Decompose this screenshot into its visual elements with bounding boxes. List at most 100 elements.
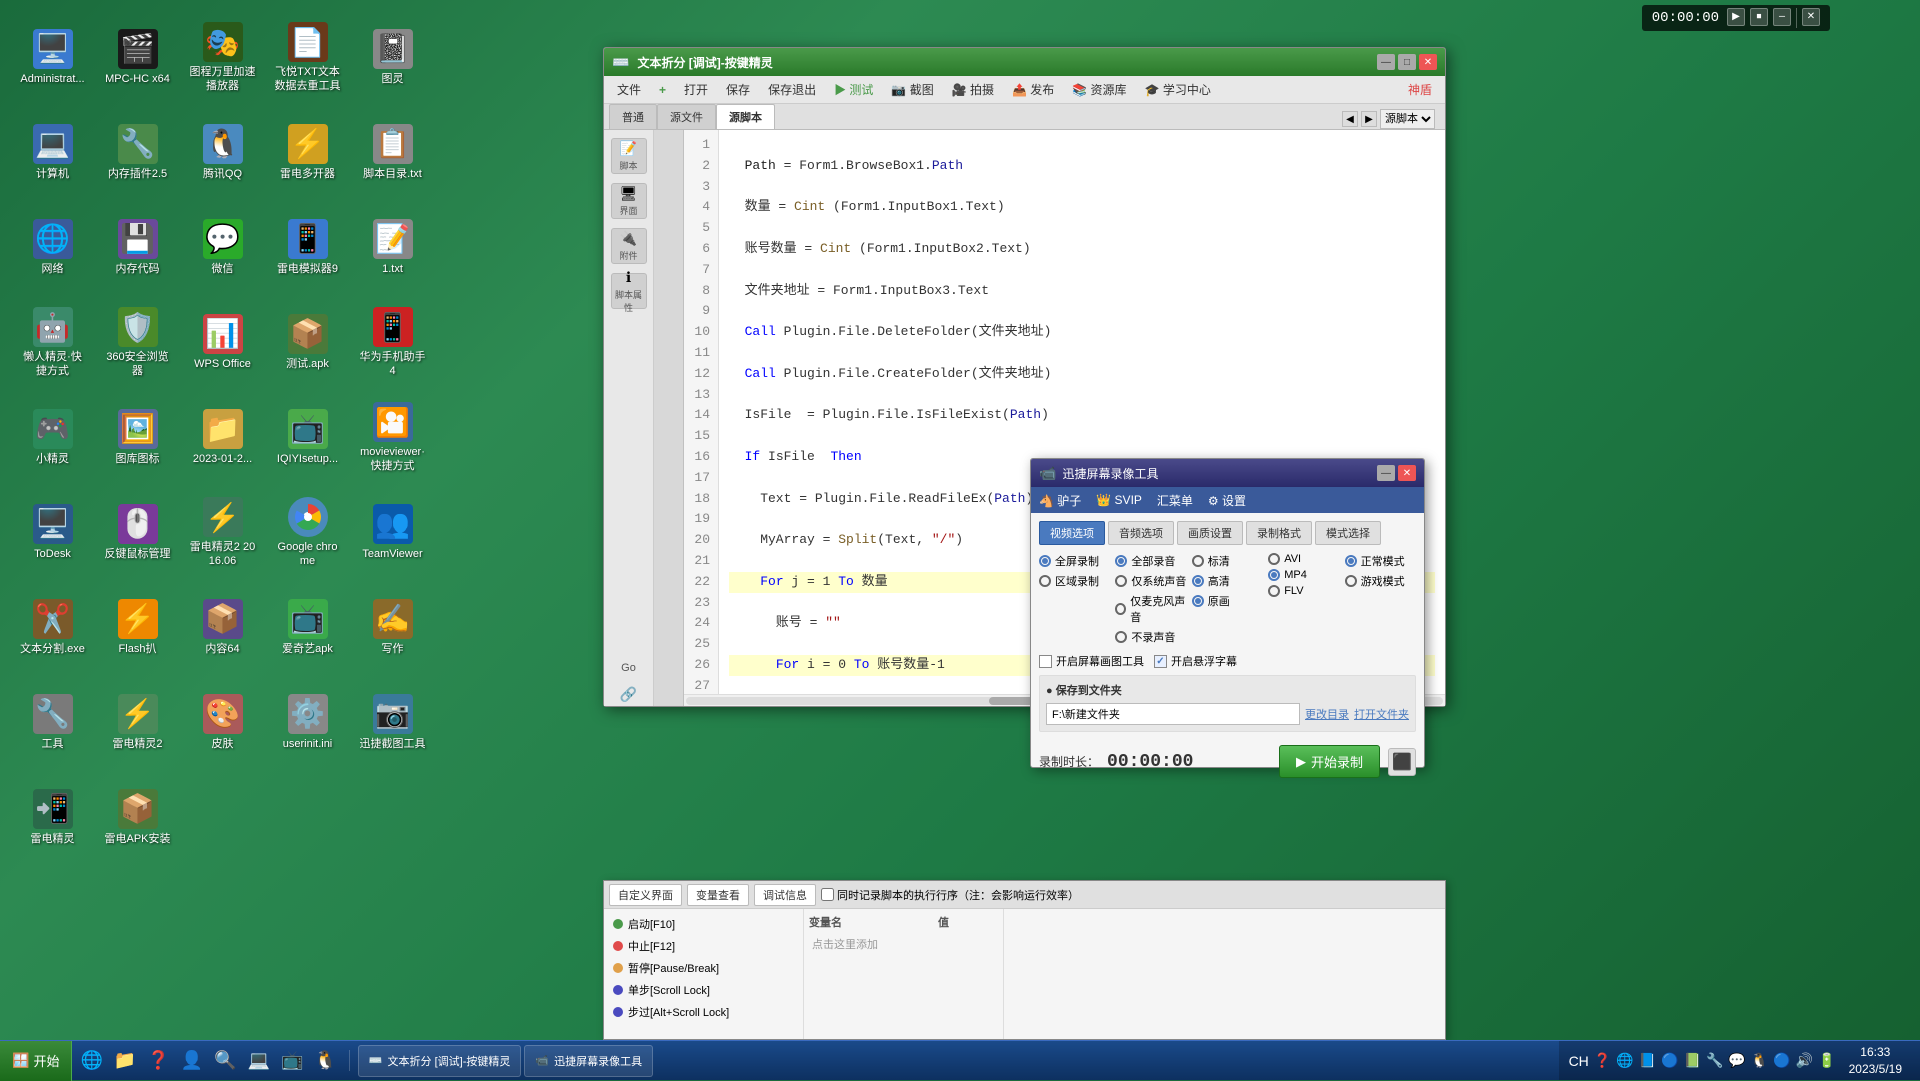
record-tab-quality[interactable]: 画质设置 — [1177, 521, 1243, 545]
timer-minimize-btn[interactable]: — — [1773, 8, 1791, 26]
tray-cn-icon[interactable]: CH — [1569, 1053, 1589, 1069]
main-win-minimize[interactable]: — — [1377, 54, 1395, 70]
taskbar-media2-icon[interactable]: 📺 — [277, 1050, 307, 1071]
icon-fanjian[interactable]: 🖱️ 反键鼠标管理 — [100, 490, 175, 575]
menu-save[interactable]: 保存 — [718, 78, 758, 101]
tray-help-icon[interactable]: ❓ — [1594, 1052, 1611, 1069]
debug-var-view-btn[interactable]: 变量查看 — [687, 884, 749, 906]
taskbar-editor-item[interactable]: ⌨️ 文本折分 [调试]-按键精灵 — [358, 1045, 522, 1077]
debug-step-over-btn[interactable]: 步过[Alt+Scroll Lock] — [609, 1002, 798, 1022]
record-menu-svip[interactable]: 👑 SVIP — [1096, 493, 1142, 507]
icon-360[interactable]: 🛡️ 360安全浏览器 — [100, 300, 175, 385]
icon-huawei[interactable]: 📱 华为手机助手4 — [355, 300, 430, 385]
icon-iqiyisetup[interactable]: 📺 IQIYIsetup... — [270, 395, 345, 480]
icon-teamviewer[interactable]: 👥 TeamViewer — [355, 490, 430, 575]
icon-wanfang[interactable]: 🎭 图程万里加速播放器 — [185, 15, 260, 100]
debug-record-checkbox[interactable] — [821, 888, 834, 901]
menu-record[interactable]: 🎥 拍摄 — [944, 78, 1002, 101]
record-menu-lvzi[interactable]: 🐴 驴子 — [1039, 492, 1081, 509]
icon-wps[interactable]: 📊 WPS Office — [185, 300, 260, 385]
record-subtitle-checkbox[interactable]: ✓ 开启悬浮字幕 — [1154, 653, 1237, 669]
taskbar-computer-icon[interactable]: 💻 — [244, 1050, 274, 1071]
record-stop-button[interactable]: ⬛ — [1388, 748, 1416, 776]
record-region-option[interactable]: 区域录制 — [1039, 573, 1110, 589]
icon-ldjing[interactable]: 📲 雷电精灵 — [15, 775, 90, 860]
system-clock[interactable]: 16:33 2023/5/19 — [1841, 1044, 1910, 1078]
icon-xiezuo[interactable]: ✍️ 写作 — [355, 585, 430, 670]
tray-app4-icon[interactable]: 🔧 — [1706, 1052, 1723, 1069]
tray-app7-icon[interactable]: 🔵 — [1773, 1052, 1790, 1069]
menu-test[interactable]: ▶ 测试 — [826, 78, 881, 101]
debug-record-checkbox-label[interactable]: 同时记录脚本的执行行序（注：会影响运行效率） — [821, 887, 1079, 903]
tray-app3-icon[interactable]: 📗 — [1684, 1052, 1701, 1069]
menu-publish[interactable]: 📤 发布 — [1004, 78, 1062, 101]
icon-date2023[interactable]: 📁 2023-01-2... — [185, 395, 260, 480]
icon-network[interactable]: 🌐 网络 — [15, 205, 90, 290]
menu-screenshot[interactable]: 📷 截图 — [883, 78, 941, 101]
tab-prev[interactable]: ◀ — [1342, 111, 1358, 127]
record-no-audio-option[interactable]: 不录声音 — [1115, 629, 1186, 645]
taskbar-folder-icon[interactable]: 📁 — [110, 1050, 140, 1071]
tab-normal[interactable]: 普通 — [609, 104, 657, 129]
record-path-input[interactable] — [1046, 703, 1300, 725]
tray-app2-icon[interactable]: 🔵 — [1661, 1052, 1678, 1069]
start-button[interactable]: 🪟 开始 — [0, 1041, 72, 1081]
tray-app6-icon[interactable]: 🐧 — [1751, 1052, 1768, 1069]
menu-resources[interactable]: 📚 资源库 — [1064, 78, 1134, 101]
debug-step-btn[interactable]: 单步[Scroll Lock] — [609, 980, 798, 1000]
taskbar-media-icon[interactable]: 🔍 — [210, 1050, 240, 1071]
icon-feiyue[interactable]: 📄 飞悦TXT文本数据去重工具 — [270, 15, 345, 100]
taskbar-ie-icon[interactable]: 🌐 — [76, 1050, 106, 1071]
icon-notes[interactable]: 📓 图灵 — [355, 15, 430, 100]
icon-catlog[interactable]: 📋 脚本目录.txt — [355, 110, 430, 195]
record-original-option[interactable]: 原画 — [1192, 593, 1263, 609]
sidebar-icon-props[interactable]: ℹ 脚本属性 — [611, 273, 647, 309]
record-standard-option[interactable]: 标清 — [1192, 553, 1263, 569]
icon-ldtools3[interactable]: ⚡ 雷电精灵2 — [100, 680, 175, 765]
tab-select[interactable]: 源脚本 — [1380, 109, 1435, 129]
icon-risheng[interactable]: 🤖 懒人精灵·快捷方式 — [15, 300, 90, 385]
icon-todesk[interactable]: 🖥️ ToDesk — [15, 490, 90, 575]
sidebar-icon-ui[interactable]: 🖥 界面 — [611, 183, 647, 219]
sidebar-icon-addon[interactable]: 🔌 附件 — [611, 228, 647, 264]
record-start-button[interactable]: ▶ 开始录制 — [1279, 745, 1380, 778]
record-menu-settings[interactable]: ⚙ 设置 — [1208, 492, 1246, 509]
debug-var-add-hint[interactable]: 点击这里添加 — [809, 933, 998, 955]
record-all-audio-option[interactable]: 全部录音 — [1115, 553, 1186, 569]
record-game-mode-option[interactable]: 游戏模式 — [1345, 573, 1416, 589]
icon-memcode[interactable]: 💾 内存代码 — [100, 205, 175, 290]
record-draw-tool-checkbox[interactable]: 开启屏幕画图工具 — [1039, 653, 1144, 669]
debug-start-btn[interactable]: 启动[F10] — [609, 914, 798, 934]
menu-learn[interactable]: 🎓 学习中心 — [1137, 78, 1219, 101]
record-mic-audio-option[interactable]: 仅麦克风声音 — [1115, 593, 1186, 625]
icon-userinit[interactable]: ⚙️ userinit.ini — [270, 680, 345, 765]
icon-pifu[interactable]: 🎨 皮肤 — [185, 680, 260, 765]
icon-ldtools2[interactable]: ⚡ 雷电精灵2 2016.06 — [185, 490, 260, 575]
record-menu-list[interactable]: 汇菜单 — [1157, 492, 1193, 509]
icon-iqiyiapk[interactable]: 📺 爱奇艺apk — [270, 585, 345, 670]
record-mp4-option[interactable]: MP4 — [1268, 569, 1339, 581]
icon-duodian[interactable]: ⚡ 雷电多开器 — [270, 110, 345, 195]
icon-onetxt[interactable]: 📝 1.txt — [355, 205, 430, 290]
icon-tupian[interactable]: 🖼️ 图库图标 — [100, 395, 175, 480]
tab-source[interactable]: 源文件 — [657, 104, 716, 129]
timer-close-btn[interactable]: ✕ — [1802, 8, 1820, 26]
menu-file[interactable]: 文件 — [609, 78, 649, 101]
record-win-close[interactable]: ✕ — [1398, 465, 1416, 481]
tab-next[interactable]: ▶ — [1361, 111, 1377, 127]
record-open-dir-link[interactable]: 打开文件夹 — [1354, 706, 1409, 722]
timer-play-btn[interactable]: ▶ — [1727, 8, 1745, 26]
sidebar-icon-script[interactable]: 📝 脚本 — [611, 138, 647, 174]
record-tab-video[interactable]: 视频选项 — [1039, 521, 1105, 545]
tray-sound-icon[interactable]: 🔊 — [1796, 1052, 1813, 1069]
icon-testapk[interactable]: 📦 测试.apk — [270, 300, 345, 385]
record-draw-tool-check[interactable] — [1039, 655, 1052, 668]
icon-computer[interactable]: 💻 计算机 — [15, 110, 90, 195]
icon-ldapk[interactable]: 📦 雷电APK安装 — [100, 775, 175, 860]
record-subtitle-check[interactable]: ✓ — [1154, 655, 1167, 668]
icon-mpc[interactable]: 🎬 MPC-HC x64 — [100, 15, 175, 100]
icon-chrome[interactable]: Google chrome — [270, 490, 345, 575]
record-high-option[interactable]: 高清 — [1192, 573, 1263, 589]
icon-desktop-tools[interactable]: 📷 迅捷截图工具 — [355, 680, 430, 765]
icon-tools[interactable]: 🔧 工具 — [15, 680, 90, 765]
